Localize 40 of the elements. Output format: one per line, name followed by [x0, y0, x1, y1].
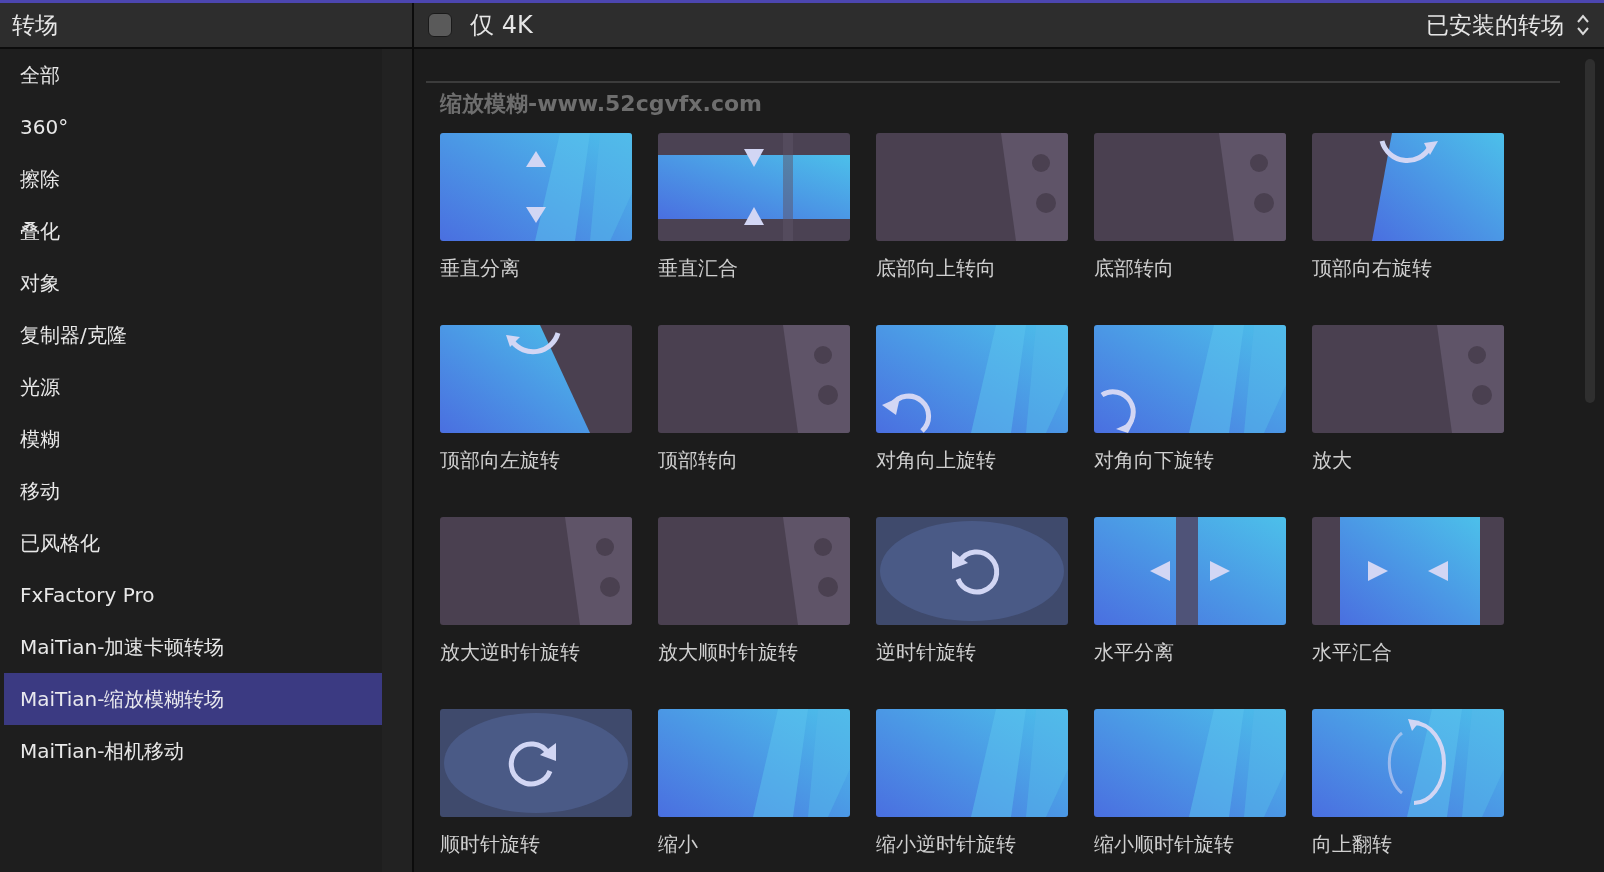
transition-name[interactable]: 底部向上转向 [876, 255, 1068, 289]
category-item[interactable]: MaiTian-相机移动 [4, 725, 382, 777]
transition-name[interactable]: 顺时针旋转 [440, 831, 632, 865]
category-item[interactable]: 360° [4, 101, 382, 153]
checkbox-label: 仅 4K [470, 10, 533, 41]
section-title: 缩放模糊-www.52cgvfx.com [438, 90, 763, 118]
transition-name[interactable]: 顶部转向 [658, 447, 850, 481]
transition-name[interactable]: 水平分离 [1094, 639, 1286, 673]
transition-name[interactable]: 缩小逆时针旋转 [876, 831, 1068, 865]
transition-name[interactable]: 放大 [1312, 447, 1504, 481]
category-item[interactable]: 叠化 [4, 205, 382, 257]
category-item[interactable]: 对象 [4, 257, 382, 309]
transition-name[interactable]: 顶部向右旋转 [1312, 255, 1504, 289]
transition-name[interactable]: 逆时针旋转 [876, 639, 1068, 673]
transition-name[interactable]: 水平汇合 [1312, 639, 1504, 673]
transition-name[interactable]: 放大逆时针旋转 [440, 639, 632, 673]
checkbox[interactable] [428, 13, 452, 37]
transition-name[interactable]: 缩小 [658, 831, 850, 865]
category-item[interactable]: 全部 [4, 49, 382, 101]
category-item[interactable]: 复制器/克隆 [4, 309, 382, 361]
panel-title: 转场 [11, 10, 58, 40]
transition-name[interactable]: 底部转向 [1094, 255, 1286, 289]
category-item[interactable]: 模糊 [4, 413, 382, 465]
transition-name[interactable]: 对角向上旋转 [876, 447, 1068, 481]
transition-name[interactable]: 对角向下旋转 [1094, 447, 1286, 481]
category-item[interactable]: 擦除 [4, 153, 382, 205]
transition-name[interactable]: 放大顺时针旋转 [658, 639, 850, 673]
category-item[interactable]: 移动 [4, 465, 382, 517]
transition-name[interactable]: 垂直汇合 [658, 255, 850, 289]
transition-name[interactable]: 顶部向左旋转 [440, 447, 632, 481]
category-item[interactable]: MaiTian-加速卡顿转场 [4, 621, 382, 673]
category-item[interactable]: 已风格化 [4, 517, 382, 569]
sort-menu-label[interactable]: 已安装的转场 [1426, 9, 1564, 41]
category-item[interactable]: FxFactory Pro [4, 569, 382, 621]
chevron-updown-icon[interactable] [1576, 13, 1590, 37]
transition-name[interactable]: 垂直分离 [440, 255, 632, 289]
category-item[interactable]: MaiTian-缩放模糊转场 [4, 673, 382, 725]
category-item[interactable]: 光源 [4, 361, 382, 413]
transition-name[interactable]: 向上翻转 [1312, 831, 1504, 865]
transition-name[interactable]: 缩小顺时针旋转 [1094, 831, 1286, 865]
